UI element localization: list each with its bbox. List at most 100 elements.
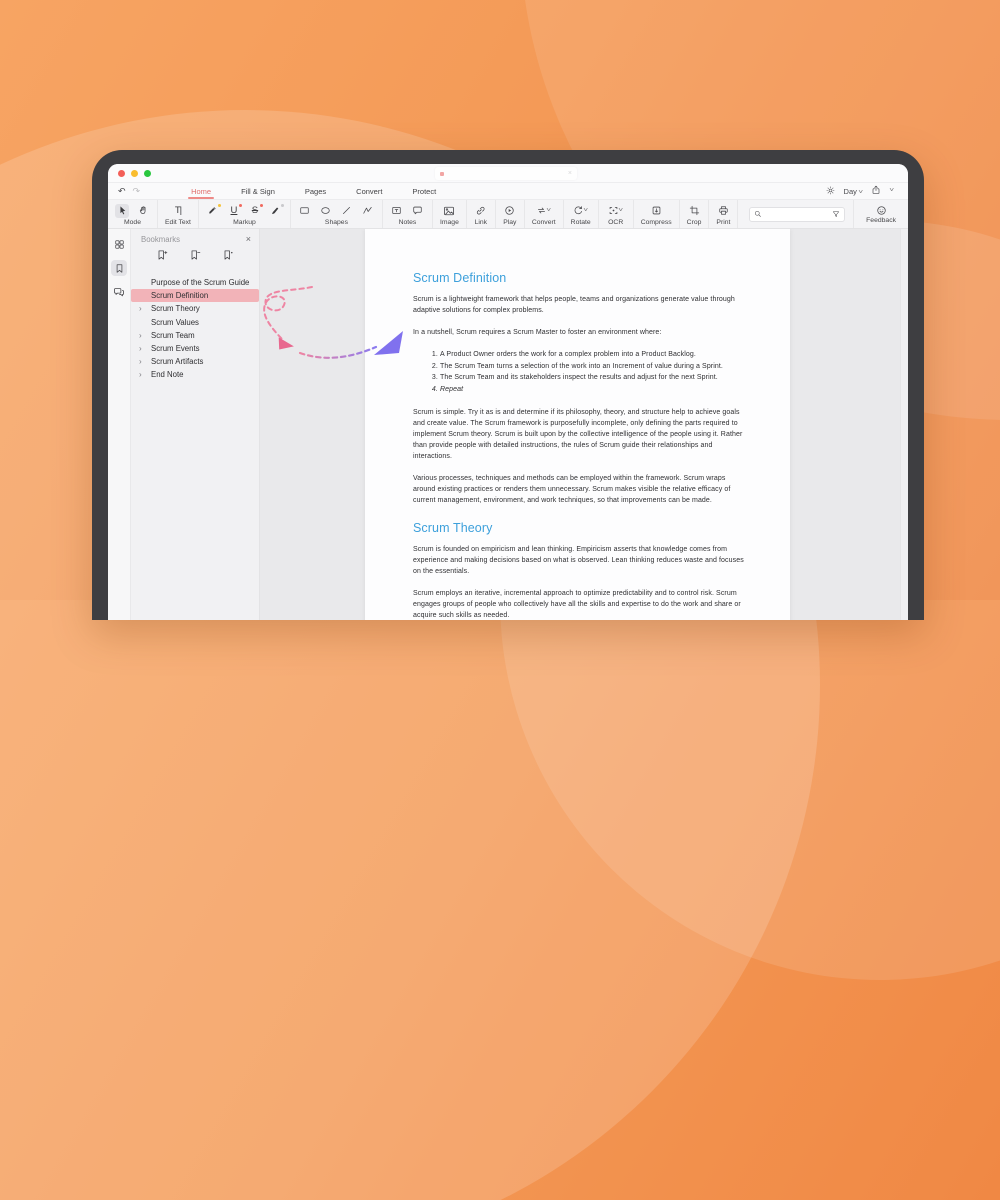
close-panel-icon[interactable]: ×	[246, 234, 251, 244]
group-compress: Compress	[634, 200, 680, 228]
search-icon	[754, 210, 762, 218]
ribbon-tab-row: ↶ ↷ Home Fill & Sign Pages Convert Prote…	[108, 183, 908, 200]
remove-bookmark-icon[interactable]	[189, 248, 201, 266]
device-frame: × ↶ ↷ Home Fill & Sign Pages Convert Pro…	[92, 150, 924, 620]
feedback-button[interactable]: Feedback	[853, 200, 908, 228]
tab-home[interactable]: Home	[176, 183, 226, 199]
group-label: Crop	[687, 219, 702, 226]
color-dot	[218, 204, 221, 207]
group-link: Link	[467, 200, 496, 228]
ellipse-shape-button[interactable]	[319, 204, 333, 218]
feedback-icon	[876, 205, 887, 216]
group-edit-text: Edit Text	[158, 200, 199, 228]
thumbnails-panel-icon[interactable]	[111, 236, 127, 252]
chevron-down-icon[interactable]: ˅	[890, 188, 895, 194]
main-area: Bookmarks × Purpose of the Scrum Guide S…	[108, 229, 908, 620]
rectangle-shape-button[interactable]	[298, 204, 312, 218]
group-label: Play	[503, 219, 516, 226]
group-label: Link	[475, 219, 487, 226]
group-notes: Notes	[383, 200, 433, 228]
compress-button[interactable]	[649, 204, 663, 218]
color-dot	[260, 204, 263, 207]
doc-paragraph: Scrum is a lightweight framework that he…	[413, 294, 744, 316]
add-bookmark-icon[interactable]	[156, 248, 168, 266]
brightness-icon[interactable]	[826, 186, 835, 197]
group-play: Play	[496, 200, 525, 228]
bookmark-item[interactable]: Purpose of the Scrum Guide	[131, 276, 259, 289]
doc-list-item: Repeat	[440, 384, 744, 395]
group-crop: Crop	[680, 200, 710, 228]
underline-button[interactable]	[227, 204, 241, 218]
crop-button[interactable]	[687, 204, 701, 218]
undo-icon[interactable]: ↶	[118, 186, 126, 197]
image-button[interactable]	[442, 204, 456, 218]
filter-icon[interactable]	[832, 210, 840, 218]
group-rotate: ˅ Rotate	[564, 200, 599, 228]
link-button[interactable]	[474, 204, 488, 218]
edit-text-button[interactable]	[171, 204, 185, 218]
tab-protect[interactable]: Protect	[397, 183, 451, 199]
strikethrough-button[interactable]	[248, 204, 262, 218]
doc-paragraph: Various processes, techniques and method…	[413, 473, 744, 506]
bookmark-item[interactable]: ›Scrum Events	[131, 342, 259, 355]
redo-icon[interactable]: ↷	[133, 186, 141, 197]
pdf-editor-window: × ↶ ↷ Home Fill & Sign Pages Convert Pro…	[108, 164, 908, 620]
group-convert: ˅ Convert	[525, 200, 564, 228]
tab-pages[interactable]: Pages	[290, 183, 341, 199]
search-input[interactable]	[765, 210, 829, 219]
search-box[interactable]	[749, 207, 845, 222]
ocr-button[interactable]: ˅	[606, 204, 626, 218]
edit-bookmark-icon[interactable]	[222, 248, 234, 266]
group-shapes: Shapes	[291, 200, 383, 228]
comments-panel-icon[interactable]	[111, 284, 127, 300]
print-button[interactable]	[716, 204, 730, 218]
doc-heading-scrum-definition: Scrum Definition	[413, 271, 744, 286]
doc-paragraph: Scrum is simple. Try it as is and determ…	[413, 407, 744, 462]
document-view[interactable]: Scrum Definition Scrum is a lightweight …	[260, 229, 908, 620]
close-document-icon[interactable]: ×	[568, 170, 572, 177]
theme-selector[interactable]: Day ˅	[844, 187, 863, 196]
bookmarks-panel-icon[interactable]	[111, 260, 127, 276]
vertical-scrollbar[interactable]	[900, 229, 908, 620]
polyline-shape-button[interactable]	[361, 204, 375, 218]
titlebar: ×	[108, 164, 908, 183]
select-mode-button[interactable]	[115, 204, 129, 218]
group-label: Print	[716, 219, 730, 226]
pen-markup-button[interactable]	[269, 204, 283, 218]
color-dot	[281, 204, 284, 207]
play-button[interactable]	[503, 204, 517, 218]
doc-list-item: The Scrum Team turns a selection of the …	[440, 361, 744, 372]
close-window-button[interactable]	[118, 170, 125, 177]
share-icon[interactable]	[871, 185, 881, 197]
group-markup: Markup	[199, 200, 291, 228]
bookmark-item[interactable]: ›End Note	[131, 368, 259, 381]
bookmark-item-active[interactable]: Scrum Definition	[131, 289, 259, 302]
pdf-page: Scrum Definition Scrum is a lightweight …	[365, 229, 790, 620]
tab-fill-and-sign[interactable]: Fill & Sign	[226, 183, 290, 199]
rotate-button[interactable]: ˅	[571, 204, 591, 218]
group-print: Print	[709, 200, 738, 228]
comment-note-button[interactable]	[411, 204, 425, 218]
group-label: Rotate	[571, 219, 591, 226]
bookmark-item[interactable]: ›Scrum Theory	[131, 302, 259, 315]
bookmark-item[interactable]: ›Scrum Team	[131, 329, 259, 342]
doc-list-item: A Product Owner orders the work for a co…	[440, 349, 744, 360]
line-shape-button[interactable]	[340, 204, 354, 218]
text-note-button[interactable]	[390, 204, 404, 218]
hand-mode-button[interactable]	[136, 204, 150, 218]
document-tab[interactable]: ×	[435, 167, 577, 180]
bookmark-item[interactable]: Scrum Values	[131, 316, 259, 329]
bookmarks-list: Purpose of the Scrum Guide Scrum Definit…	[131, 276, 259, 382]
group-label: Markup	[233, 219, 256, 226]
highlight-button[interactable]	[206, 204, 220, 218]
minimize-window-button[interactable]	[131, 170, 138, 177]
bookmarks-panel-title: Bookmarks	[141, 235, 180, 244]
zoom-window-button[interactable]	[144, 170, 151, 177]
toolbar-spacer	[738, 200, 749, 228]
group-label: Edit Text	[165, 219, 191, 226]
group-ocr: ˅ OCR	[599, 200, 634, 228]
bookmark-item[interactable]: ›Scrum Artifacts	[131, 355, 259, 368]
convert-button[interactable]: ˅	[534, 204, 554, 218]
group-image: Image	[433, 200, 467, 228]
tab-convert[interactable]: Convert	[341, 183, 397, 199]
